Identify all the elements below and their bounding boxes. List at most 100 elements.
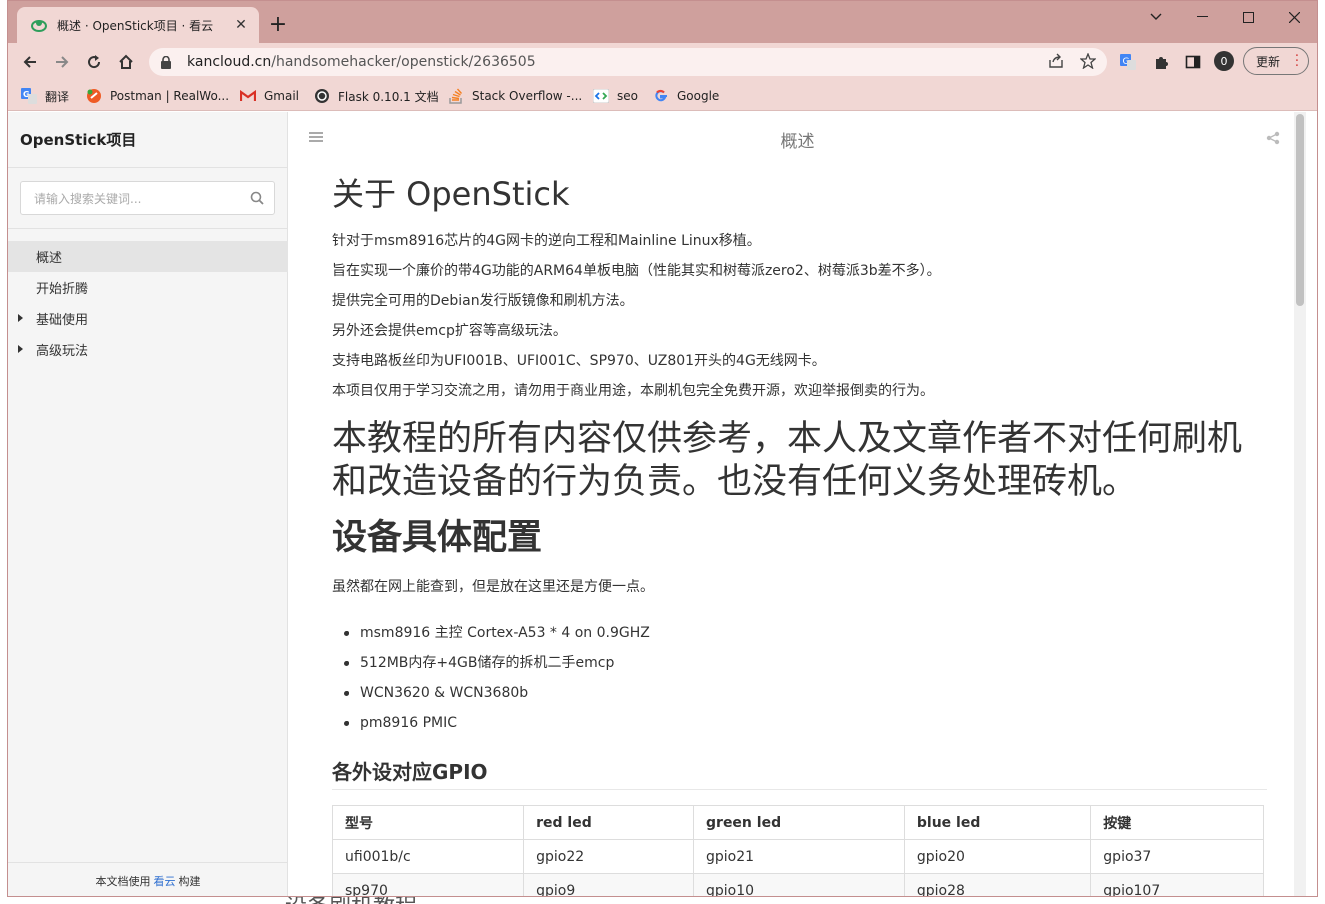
table-cell: gpio37 bbox=[1090, 839, 1264, 874]
bookmark-seo[interactable]: seo bbox=[593, 85, 638, 107]
url-text: kancloud.cn/handsomehacker/openstick/263… bbox=[187, 54, 536, 70]
table-header-cell: blue led bbox=[903, 805, 1092, 840]
bookmark-google[interactable]: Google bbox=[653, 85, 719, 107]
gpio-heading: 各外设对应GPIO bbox=[332, 754, 1267, 790]
update-button[interactable]: 更新 · · · bbox=[1243, 47, 1309, 75]
page-scrollbar[interactable] bbox=[1294, 112, 1306, 896]
table-cell: gpio107 bbox=[1090, 873, 1264, 896]
intro-paragraphs: 针对于msm8916芯片的4G网卡的逆向工程和Mainline Linux移植。… bbox=[332, 226, 1267, 406]
url-host: kancloud.cn bbox=[187, 54, 272, 70]
browser-tab[interactable]: 概述 · OpenStick项目 · 看云 ✕ bbox=[17, 7, 259, 43]
main-content: 概述 关于 OpenStick 针对于msm8916芯片的4G网卡的逆向工程和M… bbox=[289, 112, 1306, 896]
table-cell: gpio28 bbox=[903, 873, 1092, 896]
table-cell: gpio22 bbox=[523, 839, 695, 874]
page-title: 概述 bbox=[780, 132, 815, 152]
back-button[interactable] bbox=[16, 48, 44, 76]
intro-paragraph: 旨在实现一个廉价的带4G功能的ARM64单板电脑（性能其实和树莓派zero2、树… bbox=[332, 263, 941, 279]
browser-window: 概述 · OpenStick项目 · 看云 ✕ + kancloud.cn/ha… bbox=[7, 0, 1318, 897]
config-note: 虽然都在网上能查到，但是放在这里还是方便一点。 bbox=[332, 579, 654, 595]
gmail-icon bbox=[240, 88, 256, 104]
menu-dots-icon: · · · bbox=[1294, 49, 1299, 74]
table-header-cell: red led bbox=[523, 805, 695, 840]
bookmark-stackoverflow[interactable]: Stack Overflow -... bbox=[448, 85, 582, 107]
url-path: /handsomehacker/openstick/2636505 bbox=[271, 54, 536, 70]
search-input[interactable]: 请输入搜索关键词... bbox=[20, 181, 275, 215]
bookmark-translate[interactable]: G 翻译 bbox=[21, 85, 69, 107]
intro-paragraph: 本项目仅用于学习交流之用，请勿用于商业用途，本刷机包完全免费开源，欢迎举报倒卖的… bbox=[332, 383, 934, 399]
toc-item-label: 高级玩法 bbox=[36, 344, 89, 359]
toolbar: kancloud.cn/handsomehacker/openstick/263… bbox=[8, 43, 1317, 81]
expand-caret-icon[interactable] bbox=[18, 314, 23, 322]
table-cell: gpio20 bbox=[903, 839, 1092, 874]
project-title[interactable]: OpenStick项目 bbox=[8, 112, 287, 168]
bookmark-label: Gmail bbox=[264, 89, 300, 103]
maximize-button[interactable] bbox=[1225, 5, 1271, 29]
article: 关于 OpenStick 针对于msm8916芯片的4G网卡的逆向工程和Main… bbox=[331, 170, 1267, 896]
bookmark-postman[interactable]: Postman | RealWo... bbox=[86, 85, 229, 107]
bookmark-label: seo bbox=[617, 89, 638, 103]
footer-brand-link[interactable]: 看云 bbox=[154, 873, 176, 889]
bookmark-label: 翻译 bbox=[45, 89, 70, 104]
bookmark-gmail[interactable]: Gmail bbox=[240, 85, 299, 107]
seo-icon bbox=[593, 88, 609, 104]
intro-paragraph: 针对于msm8916芯片的4G网卡的逆向工程和Mainline Linux移植。 bbox=[332, 233, 761, 249]
intro-paragraph: 支持电路板丝印为UFI001B、UFI001C、SP970、UZ801开头的4G… bbox=[332, 353, 826, 369]
expand-caret-icon[interactable] bbox=[18, 345, 23, 353]
toc-item-label: 概述 bbox=[36, 251, 63, 266]
list-item: pm8916 PMIC bbox=[344, 708, 1267, 738]
search-placeholder: 请输入搜索关键词... bbox=[34, 191, 142, 206]
minimize-button[interactable] bbox=[1179, 5, 1225, 29]
stackoverflow-icon bbox=[448, 88, 464, 104]
share-icon[interactable] bbox=[1266, 130, 1280, 149]
table-header-cell: 按键 bbox=[1090, 805, 1264, 840]
list-item: WCN3620 & WCN3680b bbox=[344, 678, 1267, 708]
desktop-strip: 设备刷机教程 bbox=[0, 897, 1325, 904]
reload-button[interactable] bbox=[80, 48, 108, 76]
translate-icon: G bbox=[21, 88, 37, 104]
table-header-row: 型号 red led green led blue led 按键 bbox=[331, 805, 1264, 840]
close-window-button[interactable] bbox=[1271, 5, 1317, 29]
toc-item-advanced[interactable]: 高级玩法 bbox=[8, 334, 288, 365]
toc-item-label: 开始折腾 bbox=[36, 282, 89, 297]
doc-sidebar: OpenStick项目 请输入搜索关键词... 概述 开始折腾 基础使用 高级玩… bbox=[8, 112, 288, 896]
list-item: 512MB内存+4GB储存的拆机二手emcp bbox=[344, 648, 1267, 678]
disclaimer-heading: 本教程的所有内容仅供参考，本人及文章作者不对任何刷机和改造设备的行为负责。也没有… bbox=[332, 419, 1243, 502]
intro-paragraph: 另外还会提供emcp扩容等高级玩法。 bbox=[332, 323, 567, 339]
google-icon bbox=[653, 88, 669, 104]
new-tab-button[interactable]: + bbox=[266, 13, 290, 37]
bookmark-flask[interactable]: Flask 0.10.1 文档 bbox=[314, 85, 439, 107]
bookmark-label: Stack Overflow -... bbox=[472, 89, 583, 103]
scrollbar-thumb[interactable] bbox=[1296, 114, 1304, 306]
toc-item-getting-started[interactable]: 开始折腾 bbox=[8, 272, 288, 303]
extensions-puzzle-icon[interactable] bbox=[1149, 50, 1173, 74]
bookmark-star-icon[interactable] bbox=[1076, 49, 1100, 73]
tab-close-icon[interactable]: ✕ bbox=[233, 17, 249, 33]
table-header-cell: 型号 bbox=[331, 805, 525, 840]
table-row: sp970 gpio9 gpio10 gpio28 gpio107 bbox=[331, 873, 1264, 896]
toc-item-label: 基础使用 bbox=[36, 313, 89, 328]
update-label: 更新 bbox=[1256, 54, 1281, 69]
address-bar[interactable]: kancloud.cn/handsomehacker/openstick/263… bbox=[149, 48, 1107, 76]
spec-list: msm8916 主控 Cortex-A53 * 4 on 0.9GHZ 512M… bbox=[332, 618, 1267, 738]
share-page-icon[interactable] bbox=[1044, 49, 1068, 73]
sidebar-footer: 本文档使用 看云 构建 bbox=[8, 862, 288, 896]
toc-item-overview[interactable]: 概述 bbox=[8, 241, 288, 272]
forward-button[interactable] bbox=[48, 48, 76, 76]
search-icon[interactable] bbox=[250, 191, 264, 208]
web-page: OpenStick项目 请输入搜索关键词... 概述 开始折腾 基础使用 高级玩… bbox=[8, 112, 1317, 896]
toc-item-basic-usage[interactable]: 基础使用 bbox=[8, 303, 288, 334]
translate-extension-icon[interactable]: G bbox=[1116, 50, 1140, 74]
postman-icon bbox=[86, 88, 102, 104]
bookmark-label: Google bbox=[677, 89, 720, 103]
table-row: ufi001b/c gpio22 gpio21 gpio20 gpio37 bbox=[331, 839, 1264, 874]
profile-avatar[interactable]: 0 bbox=[1214, 51, 1234, 71]
tab-search-icon[interactable] bbox=[1133, 5, 1179, 29]
tab-title: 概述 · OpenStick项目 · 看云 bbox=[57, 18, 214, 33]
footer-suffix: 构建 bbox=[178, 874, 201, 888]
gpio-table: 型号 red led green led blue led 按键 ufi001b… bbox=[331, 805, 1264, 896]
intro-paragraph: 提供完全可用的Debian发行版镜像和刷机方法。 bbox=[332, 293, 634, 309]
side-panel-icon[interactable] bbox=[1181, 50, 1205, 74]
table-cell: ufi001b/c bbox=[331, 839, 525, 874]
home-button[interactable] bbox=[112, 48, 140, 76]
table-cell: gpio10 bbox=[693, 873, 905, 896]
